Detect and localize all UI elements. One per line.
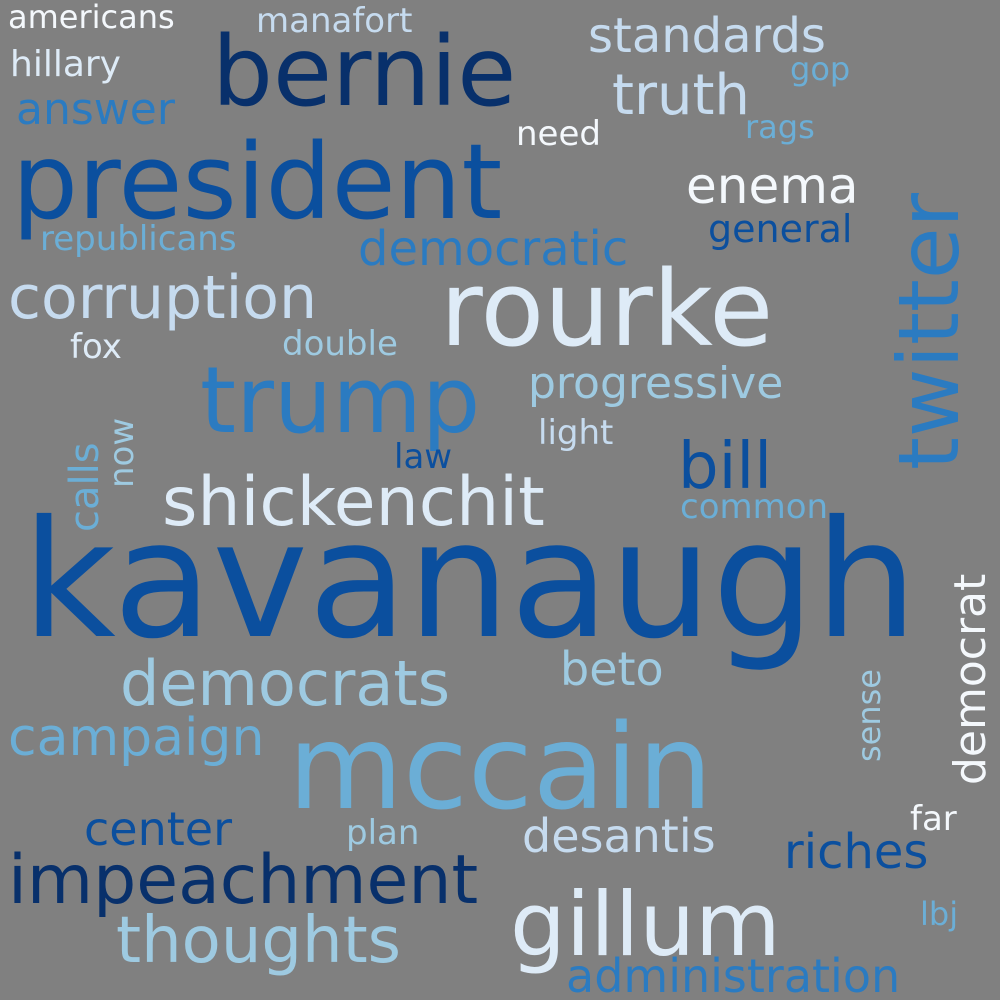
word-answer: answer [16, 84, 176, 135]
word-twitter: twitter [880, 192, 978, 470]
word-rags: rags [745, 108, 815, 146]
word-general: general [708, 207, 852, 251]
word-democratic: democratic [358, 221, 628, 277]
word-cloud-canvas: kavanaughmccainpresidentrourkebernietrum… [8, 0, 996, 1000]
word-corruption: corruption [8, 263, 317, 333]
word-now: now [102, 418, 142, 488]
word-center: center [84, 802, 232, 856]
word-far: far [910, 799, 957, 839]
word-sense: sense [850, 669, 888, 762]
word-hillary: hillary [10, 44, 121, 85]
word-beto: beto [560, 642, 664, 696]
word-desantis: desantis [522, 809, 716, 863]
word-administration: administration [566, 949, 900, 1000]
word-manafort: manafort [256, 1, 412, 41]
word-need: need [516, 114, 601, 154]
word-thoughts: thoughts [116, 904, 401, 978]
word-americans: americans [8, 0, 175, 36]
word-plan: plan [346, 813, 419, 853]
word-law: law [394, 437, 452, 477]
word-truth: truth [612, 63, 750, 128]
word-campaign: campaign [8, 708, 264, 768]
word-lbj: lbj [920, 895, 958, 933]
word-cloud: kavanaugh mccain president rourke bernie trum… [0, 0, 1000, 1000]
word-double: double [282, 324, 398, 364]
word-democrat: democrat [945, 574, 996, 785]
word-republicans: republicans [40, 219, 237, 259]
word-common: common [680, 487, 828, 527]
word-riches: riches [784, 824, 928, 880]
word-light: light [538, 413, 613, 453]
word-shickenchit: shickenchit [162, 463, 545, 542]
word-progressive: progressive [528, 358, 783, 409]
word-fox: fox [70, 327, 122, 367]
word-gop: gop [790, 50, 850, 88]
